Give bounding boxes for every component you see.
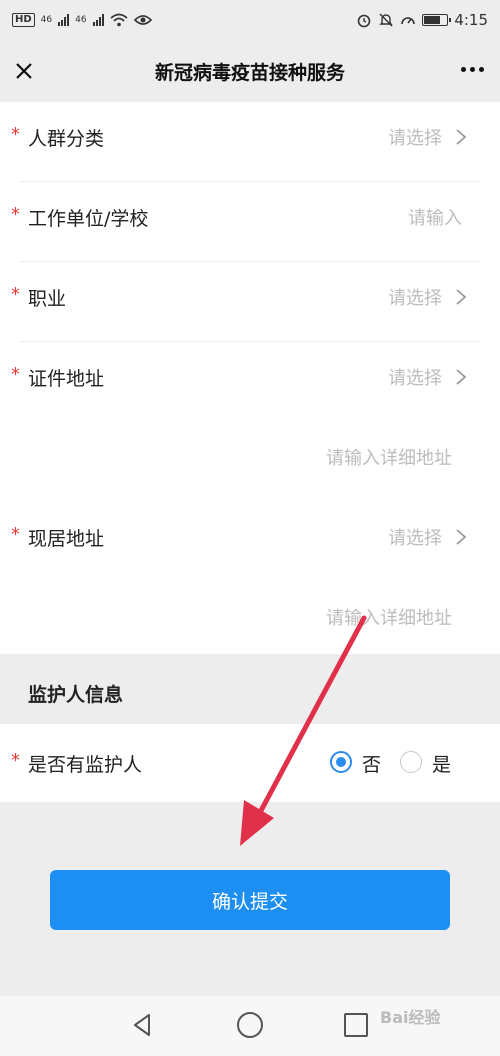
form-card: * 人群分类 请选择 * 工作单位/学校 请输入 * 职业 请选择 * 证件地址… <box>0 102 500 662</box>
radio-no-label[interactable]: 否 <box>362 750 381 777</box>
network-label-1: 46 <box>40 15 53 25</box>
close-icon[interactable] <box>12 59 36 83</box>
field-label: 人群分类 <box>28 128 105 150</box>
required-mark: * <box>11 204 20 225</box>
eye-icon <box>133 15 152 25</box>
status-bar: HD 46 46 4:15 <box>0 0 500 40</box>
radio-yes-label[interactable]: 是 <box>432 750 451 777</box>
speed-icon <box>401 17 416 25</box>
radio-yes[interactable] <box>400 751 422 773</box>
status-left: HD 46 46 <box>12 13 152 27</box>
required-mark: * <box>11 124 20 145</box>
chevron-right-icon <box>456 289 467 305</box>
field-placeholder: 请选择 <box>388 528 442 549</box>
field-label: 工作单位/学校 <box>28 208 149 230</box>
status-right: 4:15 <box>356 11 488 29</box>
section-header: 监护人信息 <box>0 654 500 724</box>
radio-no[interactable] <box>330 751 352 773</box>
field-occupation[interactable]: * 职业 请选择 <box>11 262 480 342</box>
field-label: 职业 <box>28 288 67 310</box>
title-bar: 新冠病毒疫苗接种服务 <box>0 40 500 102</box>
field-placeholder: 请选择 <box>388 128 442 149</box>
detail-placeholder: 请输入详细地址 <box>326 448 452 469</box>
signal-icon <box>58 14 70 26</box>
watermark: Bai经验 <box>380 1008 441 1027</box>
id-address-detail-input[interactable]: 请输入详细地址 <box>0 422 500 502</box>
chevron-right-icon <box>456 129 467 145</box>
required-mark: * <box>11 524 20 545</box>
alarm-icon <box>358 14 371 28</box>
field-label: 证件地址 <box>28 368 105 390</box>
back-icon[interactable] <box>130 1012 156 1038</box>
required-mark: * <box>11 750 20 771</box>
field-population-category[interactable]: * 人群分类 请选择 <box>11 102 480 182</box>
field-placeholder: 请选择 <box>388 288 442 309</box>
signal-icon <box>92 14 104 26</box>
network-label-2: 46 <box>75 15 87 25</box>
chevron-right-icon <box>456 529 467 545</box>
field-work-unit[interactable]: * 工作单位/学校 请输入 <box>11 182 480 262</box>
required-mark: * <box>11 284 20 305</box>
hd-badge: HD <box>12 13 35 27</box>
section-title: 监护人信息 <box>28 684 124 706</box>
guardian-row: * 是否有监护人 否 是 <box>0 724 500 802</box>
field-placeholder: 请输入 <box>408 208 462 229</box>
clock-time: 4:15 <box>454 11 488 29</box>
current-address-detail-input[interactable]: 请输入详细地址 <box>0 582 500 662</box>
guardian-question: 是否有监护人 <box>28 754 143 776</box>
recent-apps-icon[interactable] <box>344 1013 368 1037</box>
home-icon[interactable] <box>237 1012 263 1038</box>
wifi-icon <box>109 13 128 27</box>
field-placeholder: 请选择 <box>388 368 442 389</box>
field-id-address[interactable]: * 证件地址 请选择 <box>11 342 480 422</box>
mute-icon <box>379 13 394 27</box>
required-mark: * <box>11 364 20 385</box>
battery-icon <box>422 14 452 26</box>
submit-button[interactable]: 确认提交 <box>50 870 450 930</box>
page-title: 新冠病毒疫苗接种服务 <box>154 61 345 84</box>
detail-placeholder: 请输入详细地址 <box>326 608 452 629</box>
field-current-address[interactable]: * 现居地址 请选择 <box>11 502 480 582</box>
field-label: 现居地址 <box>28 528 105 550</box>
chevron-right-icon <box>456 369 467 385</box>
more-icon[interactable] <box>461 67 484 72</box>
